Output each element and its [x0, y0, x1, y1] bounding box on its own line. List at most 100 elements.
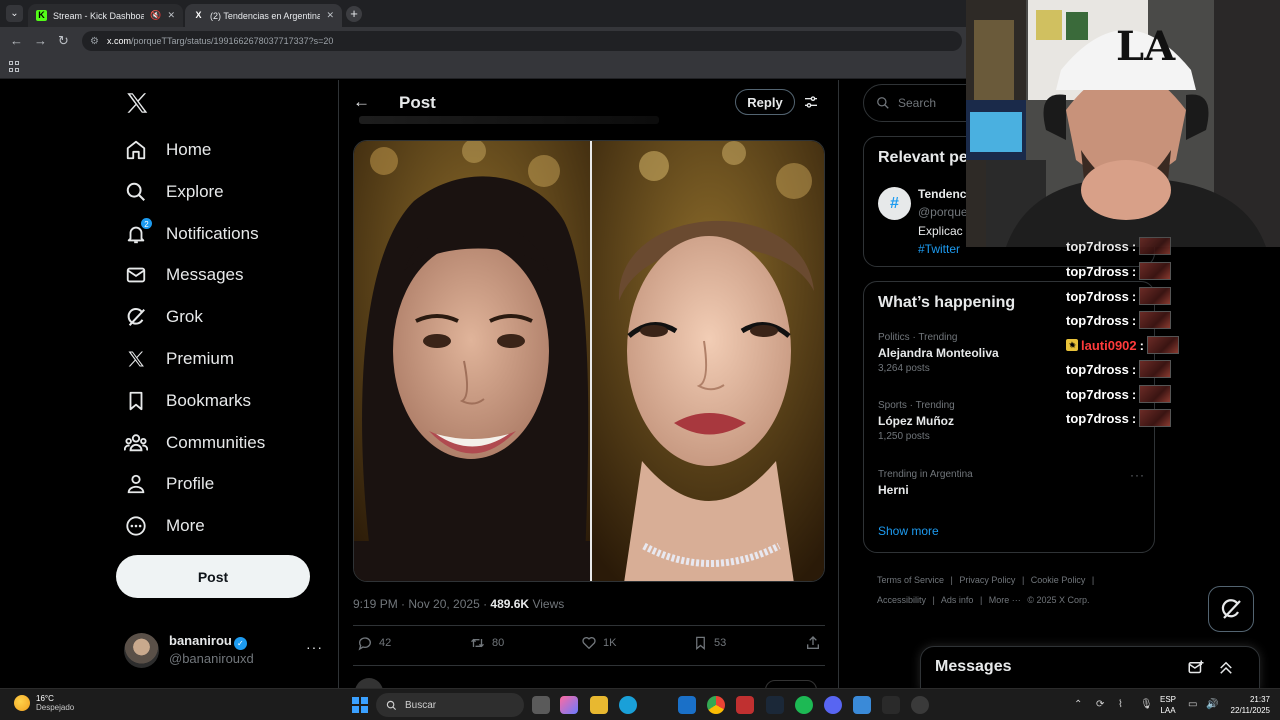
footer-link[interactable]: Terms of Service [877, 575, 944, 585]
chat-emote [1147, 336, 1179, 354]
app-icon[interactable] [853, 696, 871, 714]
taskbar-search[interactable]: Buscar [376, 693, 524, 717]
x-icon [124, 347, 148, 371]
chevron-up-icon[interactable]: ⌃ [1074, 699, 1082, 710]
nav-communities[interactable]: Communities [124, 429, 265, 457]
search-placeholder: Search [898, 96, 937, 110]
tab-search-button[interactable]: ⌄ [6, 5, 23, 22]
outlook-icon[interactable] [678, 696, 696, 714]
more-dots-icon[interactable]: ··· [306, 639, 323, 655]
relevant-account-name[interactable]: Tendenc [918, 187, 966, 201]
bookmark-action[interactable]: 53 [693, 635, 726, 651]
reply-button[interactable]: Reply [735, 89, 795, 115]
monitor-icon[interactable]: ▭ [1188, 699, 1197, 710]
back-arrow-icon[interactable]: ← [10, 33, 23, 48]
nav-grok[interactable]: Grok [124, 303, 203, 331]
share-action[interactable] [805, 635, 821, 651]
footer-link[interactable]: Accessibility [877, 595, 926, 605]
footer-link[interactable]: More ··· [989, 595, 1021, 605]
windows-start-icon[interactable] [352, 697, 368, 713]
trend-more-icon[interactable]: ··· [1130, 468, 1145, 482]
sync-icon[interactable]: ⟳ [1096, 699, 1104, 710]
like-count: 1K [603, 637, 617, 649]
forward-arrow-icon[interactable]: → [34, 33, 47, 48]
footer-link[interactable]: Ads info [941, 595, 974, 605]
spotify-icon[interactable] [795, 696, 813, 714]
mail-icon [124, 263, 148, 287]
chat-badge-icon: ★ [1066, 339, 1078, 351]
post-button[interactable]: Post [116, 555, 310, 598]
apps-grid-icon[interactable] [9, 61, 20, 72]
nav-messages[interactable]: Messages [124, 261, 243, 289]
new-message-icon[interactable] [1187, 659, 1205, 677]
url-field[interactable]: ⚙ x.com/porqueTTarg/status/1991662678037… [82, 31, 962, 51]
footer-separator: | [932, 595, 935, 605]
footer-link[interactable]: Privacy Policy [959, 575, 1015, 585]
nav-more[interactable]: More [124, 512, 205, 540]
reply-composer-button[interactable] [765, 680, 817, 688]
system-clock[interactable]: 21:37 22/11/2025 [1224, 694, 1270, 716]
obs-icon[interactable] [911, 696, 929, 714]
nav-bookmarks[interactable]: Bookmarks [124, 387, 251, 415]
volume-icon[interactable]: 🔊 [1206, 699, 1218, 710]
edge-icon[interactable] [619, 696, 637, 714]
search-icon [124, 180, 148, 204]
app-icon[interactable] [882, 696, 900, 714]
weather-widget[interactable]: 16°C Despejado [14, 694, 74, 712]
network-icon[interactable]: ⌇ [1118, 699, 1123, 710]
messages-drawer[interactable]: Messages [920, 646, 1260, 688]
grok-floating-button[interactable] [1208, 586, 1254, 632]
reply-action[interactable]: 42 [357, 635, 391, 651]
trend-item[interactable]: Politics · Trending Alejandra Monteoliva… [878, 332, 999, 374]
steam-icon[interactable] [766, 696, 784, 714]
nav-home[interactable]: Home [124, 136, 211, 164]
footer-separator: | [1021, 575, 1025, 585]
x-logo-icon[interactable] [124, 90, 150, 116]
new-tab-button[interactable]: + [346, 6, 362, 22]
repost-icon [471, 638, 484, 648]
messages-drawer-title: Messages [935, 658, 1012, 675]
footer-link[interactable]: Cookie Policy [1031, 575, 1086, 585]
repost-action[interactable]: 80 [469, 635, 504, 651]
tab-kick-dashboard[interactable]: K Stream - Kick Dashboard 🔇 ✕ [28, 4, 183, 27]
nav-premium[interactable]: Premium [124, 345, 234, 373]
nav-label: Explore [166, 182, 224, 201]
chrome-icon[interactable] [707, 696, 725, 714]
home-icon [124, 138, 148, 162]
input-language[interactable]: ESP LAA [1160, 694, 1176, 716]
discord-icon[interactable] [824, 696, 842, 714]
like-action[interactable]: 1K [581, 635, 616, 651]
bookmark-icon [696, 636, 705, 650]
file-explorer-icon[interactable] [590, 696, 608, 714]
post-header: ← Post Reply [339, 80, 839, 124]
nav-notifications[interactable]: 2 Notifications [124, 217, 259, 248]
muted-audio-icon[interactable]: 🔇 [150, 10, 161, 21]
relevant-account-hashtag[interactable]: #Twitter [918, 242, 960, 256]
copilot-icon[interactable] [560, 696, 578, 714]
chat-username: top7dross [1066, 312, 1129, 328]
trend-title: Alejandra Monteoliva [878, 346, 999, 360]
site-info-icon[interactable]: ⚙ [90, 36, 99, 47]
close-tab-icon[interactable]: ✕ [167, 10, 175, 21]
reload-icon[interactable]: ↻ [58, 33, 69, 49]
sliders-icon[interactable] [803, 94, 819, 110]
expand-up-icon[interactable] [1217, 659, 1235, 677]
trend-item[interactable]: Sports · Trending López Muñoz 1,250 post… [878, 400, 955, 442]
keyboard-layout: LAA [1160, 706, 1176, 715]
nav-explore[interactable]: Explore [124, 178, 224, 206]
bell-icon: 2 [124, 217, 153, 246]
app-icon[interactable] [736, 696, 754, 714]
microphone-icon[interactable]: 🎙 [1140, 699, 1153, 710]
post-image[interactable] [353, 140, 825, 582]
back-arrow-icon[interactable]: ← [353, 92, 370, 112]
trend-item[interactable]: Trending in Argentina Herni [878, 469, 973, 497]
weather-status: Despejado [36, 703, 75, 712]
tab-x-tendencias[interactable]: X (2) Tendencias en Argentina on ✕ [185, 4, 342, 27]
task-view-icon[interactable] [532, 696, 550, 714]
close-tab-icon[interactable]: ✕ [326, 10, 334, 21]
hashtag-avatar-icon[interactable]: # [878, 187, 911, 220]
show-more-link[interactable]: Show more [878, 524, 939, 538]
tab-label: Stream - Kick Dashboard [53, 10, 145, 21]
nav-profile[interactable]: Profile [124, 470, 214, 498]
account-switcher[interactable]: bananirou ✓ @bananirouxd ··· [124, 631, 324, 669]
